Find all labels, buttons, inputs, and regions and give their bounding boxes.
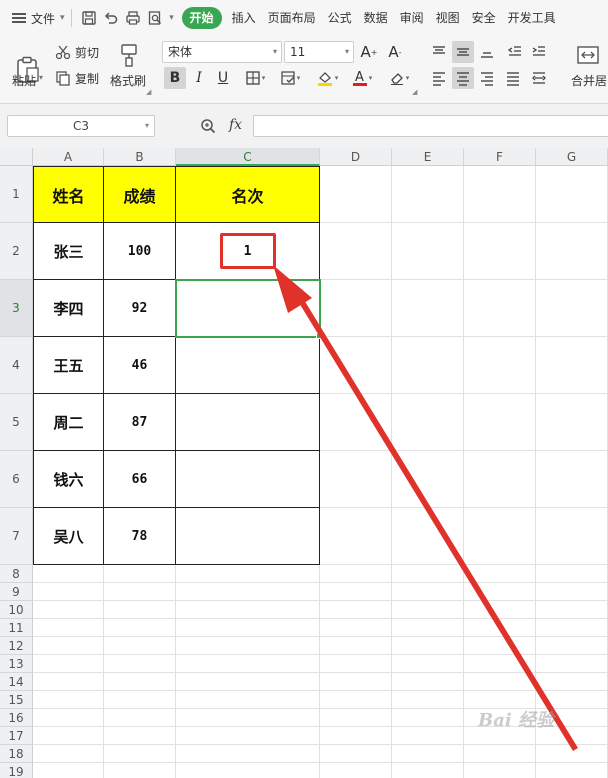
arrow-shaft	[293, 290, 578, 751]
annotation-arrow	[273, 265, 578, 751]
spreadsheet-app: 文件 ▾ ▾ 开始 插入 页面布局 公式 数据 审阅 视图 安全 开发工具 粘贴	[0, 0, 608, 778]
watermark-logo: Bai 经验	[478, 710, 554, 731]
